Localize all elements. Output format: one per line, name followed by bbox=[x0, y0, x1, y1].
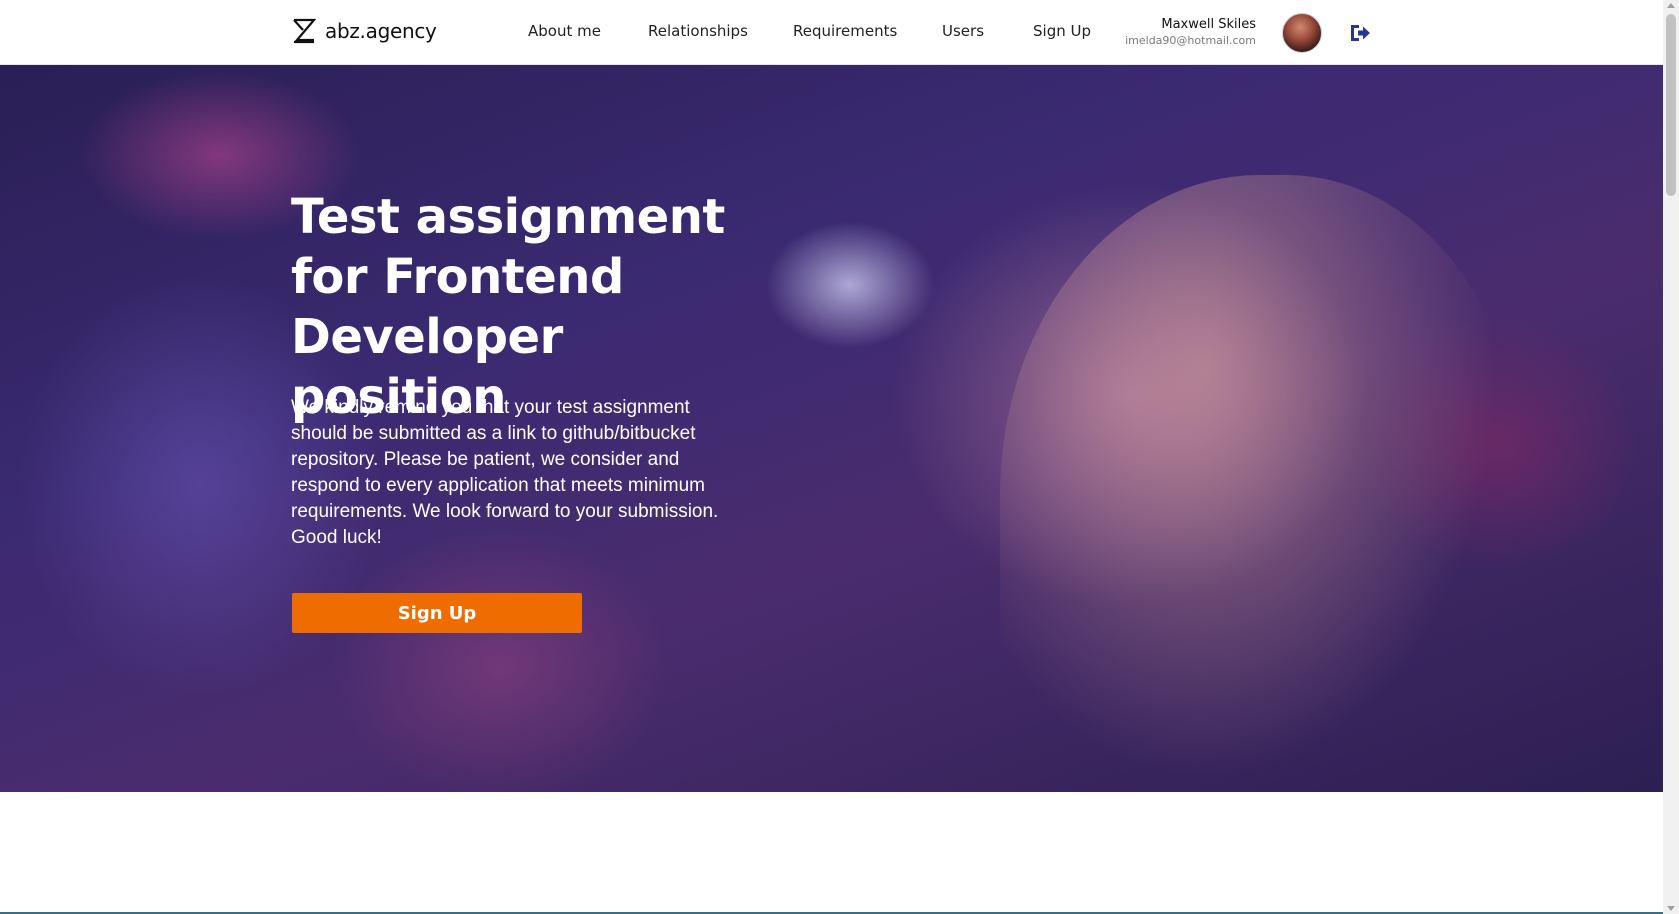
user-avatar[interactable] bbox=[1282, 13, 1322, 53]
vertical-scrollbar[interactable] bbox=[1663, 0, 1679, 914]
hero-description: We kindly remind you that your test assi… bbox=[291, 397, 719, 548]
user-email: imelda90@hotmail.com bbox=[1125, 34, 1256, 47]
nav-relationships[interactable]: Relationships bbox=[648, 22, 748, 40]
sign-out-icon[interactable] bbox=[1348, 21, 1372, 45]
logo[interactable]: abz.agency bbox=[291, 18, 437, 44]
user-info: Maxwell Skiles imelda90@hotmail.com bbox=[1096, 16, 1256, 48]
user-name: Maxwell Skiles bbox=[1161, 17, 1256, 32]
scrollbar-thumb[interactable] bbox=[1666, 14, 1676, 196]
nav-requirements[interactable]: Requirements bbox=[793, 22, 897, 40]
nav-about-me[interactable]: About me bbox=[528, 22, 601, 40]
abz-logo-icon bbox=[293, 18, 317, 44]
logo-text: abz.agency bbox=[325, 19, 437, 43]
top-navbar: abz.agency About me Relationships Requir… bbox=[0, 0, 1663, 65]
scroll-up-arrow-icon[interactable] bbox=[1667, 3, 1675, 8]
hero-title: Test assignment for Frontend Developer p… bbox=[291, 189, 725, 425]
hero-sign-up-button[interactable]: Sign Up bbox=[292, 593, 582, 633]
hero-background-image bbox=[1000, 175, 1520, 792]
hero-banner: Test assignment for Frontend Developer p… bbox=[0, 65, 1663, 792]
nav-sign-up[interactable]: Sign Up bbox=[1033, 22, 1091, 40]
scroll-down-arrow-icon[interactable] bbox=[1667, 906, 1675, 911]
nav-users[interactable]: Users bbox=[942, 22, 984, 40]
